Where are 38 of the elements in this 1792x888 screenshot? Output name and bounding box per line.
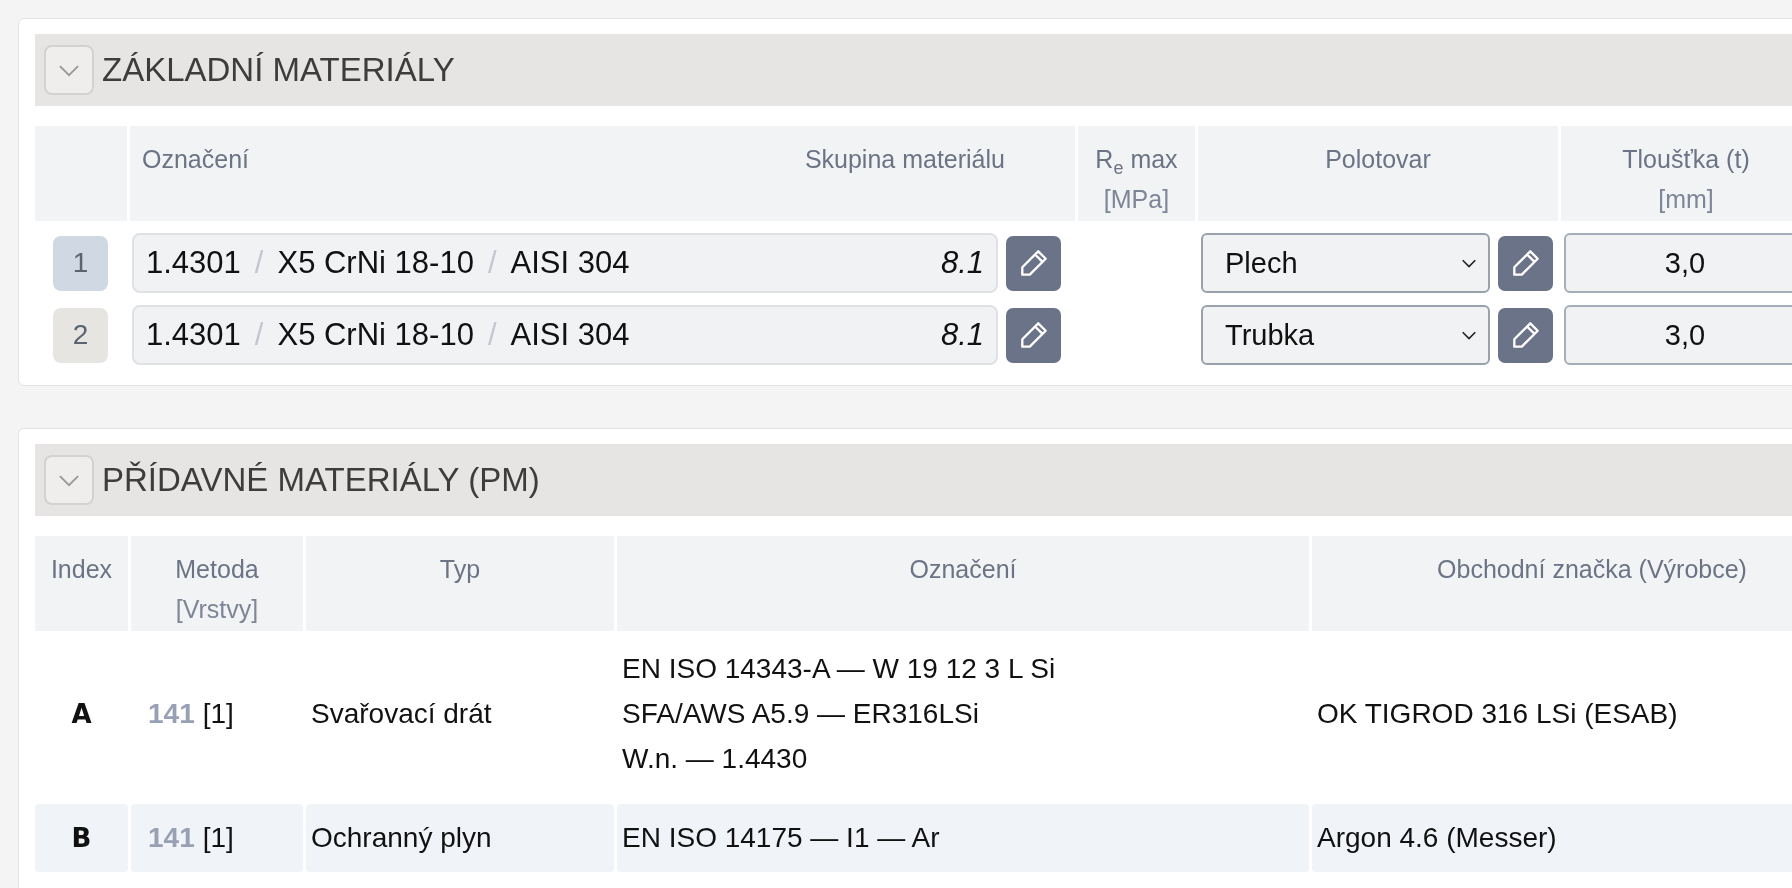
column-header: Označení [617,536,1309,631]
thickness-field[interactable]: 3,0 [1564,305,1792,365]
column-header: Polotovar [1198,126,1558,221]
collapse-toggle[interactable] [44,455,94,505]
column-header: Skupina materiálu [804,144,1005,175]
column-header: Metoda [Vrstvy] [131,536,303,631]
column-header: Označení [142,144,249,175]
semi-product-select[interactable]: Trubka [1201,305,1490,365]
table-cell-text: Svařovací drát [310,697,493,731]
column-header: Obchodní značka (Výrobce) [1312,536,1792,631]
table-cell: Ochranný plyn [306,804,614,872]
column-header: Index [35,536,128,631]
material-field[interactable]: 1.4301 / X5 CrNi 18-10 / AISI 304 8.1 [132,233,998,293]
column-header: Tloušťka (t) [mm] [1561,126,1792,221]
designation-text: EN ISO 14343-A — W 19 12 3 L Si [622,653,1056,685]
edit-button[interactable] [1498,307,1553,363]
thickness-field[interactable]: 3,0 [1564,233,1792,293]
semi-product-select[interactable]: Plech [1201,233,1490,293]
designation-text: EN ISO 14175 — I1 — Ar [622,822,940,854]
table-cell-text: A [70,698,93,731]
designation-text: W.n. — 1.4430 [622,743,808,775]
section-title: ZÁKLADNÍ MATERIÁLY [102,51,455,89]
collapse-toggle[interactable] [44,45,94,95]
table-cell: B [35,804,128,872]
designation-text: SFA/AWS A5.9 — ER316LSi [622,698,979,730]
edit-button[interactable] [1498,235,1553,291]
layers-text: [1] [202,822,234,854]
column-header: R$_{e}$ max [MPa] [1078,126,1195,221]
material-field[interactable]: 1.4301 / X5 CrNi 18-10 / AISI 304 8.1 [132,305,998,365]
row-number: 2 [53,307,108,363]
layers-text: [1] [202,698,234,730]
section-title: PŘÍDAVNÉ MATERIÁLY (PM) [102,461,540,499]
row-number: 1 [53,235,108,291]
table-cell: Argon 4.6 (Messer) [1312,804,1792,872]
column-header: Typ [306,536,614,631]
table-cell-text: OK TIGROD 316 LSi (ESAB) [1316,697,1679,731]
edit-button[interactable] [1006,307,1061,363]
edit-button[interactable] [1006,235,1061,291]
